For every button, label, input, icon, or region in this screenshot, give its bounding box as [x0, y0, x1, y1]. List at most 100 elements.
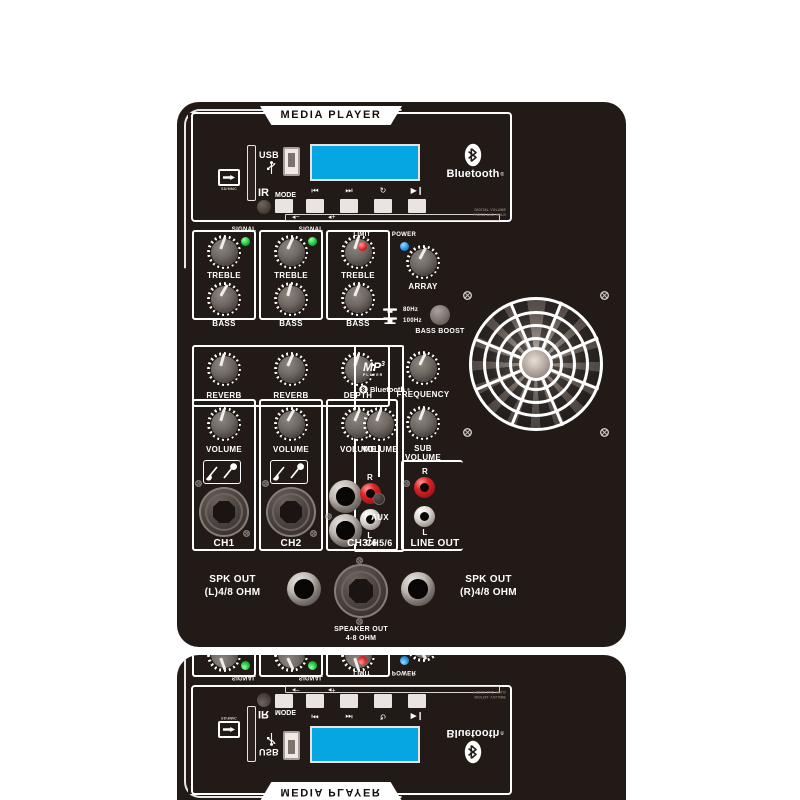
aux-jack[interactable] — [373, 493, 385, 505]
bluetooth-logo-header: Bluetooth ® — [441, 727, 505, 764]
aux-label: AUX — [371, 513, 389, 522]
bass-knob-ch2[interactable] — [274, 282, 308, 316]
fan-screw-top-left — [463, 291, 472, 300]
lineout-rca-left[interactable] — [414, 506, 435, 527]
treble-label-ch2: TREBLE — [274, 271, 308, 280]
reverb-knob-ch1[interactable] — [207, 352, 241, 386]
treble-knob-ch2[interactable] — [274, 655, 308, 672]
mode-button[interactable] — [275, 199, 293, 213]
bass-boost-button[interactable] — [430, 305, 450, 325]
volume-label-ch56: VOLUME — [361, 445, 399, 454]
treble-knob-ch3[interactable] — [341, 235, 375, 269]
next-track-icon: ⏭ — [345, 186, 353, 195]
volume-label-ch1: VOLUME — [205, 445, 243, 454]
play-pause-button[interactable] — [408, 199, 426, 213]
lineout-r-label: R — [421, 467, 429, 476]
ir-receiver — [257, 693, 271, 707]
mp3-logo-main: MP — [363, 360, 381, 374]
mode-label: MODE — [275, 708, 296, 715]
repeat-button[interactable] — [374, 694, 392, 708]
volume-up-label: ◂+ — [328, 686, 336, 693]
next-track-button[interactable] — [340, 694, 358, 708]
speakon-output-jack[interactable] — [334, 564, 388, 618]
usb-port[interactable] — [283, 147, 300, 176]
sd-card-slot[interactable] — [247, 145, 256, 201]
sd-card-icon — [218, 721, 240, 738]
prev-track-button[interactable] — [306, 199, 324, 213]
ch1-combo-jack[interactable] — [199, 487, 249, 537]
volume-knob-ch56[interactable] — [363, 407, 397, 441]
array-knob[interactable] — [406, 655, 440, 662]
next-track-button[interactable] — [340, 199, 358, 213]
prev-track-icon: ⏮ — [311, 186, 319, 195]
speakon-line1: SPEAKER OUT — [334, 626, 388, 633]
treble-knob-ch2[interactable] — [274, 235, 308, 269]
mode-button[interactable] — [275, 694, 293, 708]
volume-knob-ch2[interactable] — [274, 407, 308, 441]
spk-out-left-jack[interactable] — [287, 572, 321, 606]
ch56-aux-line — [378, 445, 380, 477]
volume-knob-ch1[interactable] — [207, 407, 241, 441]
spk-out-right-jack[interactable] — [401, 572, 435, 606]
array-knob[interactable] — [406, 245, 440, 279]
bluetooth-badge-mark: ® — [407, 387, 410, 392]
frequency-knob[interactable] — [406, 351, 440, 385]
spk-left-line2: (L)4/8 OHM — [204, 587, 261, 598]
treble-label-ch1: TREBLE — [207, 271, 241, 280]
volume-rocker-track[interactable] — [285, 686, 500, 693]
usb-port[interactable] — [283, 731, 300, 760]
bass-knob-ch1[interactable] — [207, 282, 241, 316]
amplifier-panel-reflection: MEDIA PLAYER SD/MMC USB Bluetooth ® IR M… — [177, 655, 626, 800]
limit-led — [358, 242, 367, 251]
volume-up-label: ◂+ — [328, 214, 336, 221]
media-player-banner: MEDIA PLAYER — [260, 782, 402, 800]
repeat-button[interactable] — [374, 199, 392, 213]
bluetooth-logo-header: Bluetooth ® — [441, 143, 505, 180]
lineout-screw — [403, 480, 410, 487]
lcd-display — [310, 726, 420, 763]
spk-left-line1: SPK OUT — [209, 574, 256, 585]
signal-label-ch2: SIGNAL — [298, 227, 324, 233]
prev-track-icon: ⏮ — [311, 712, 319, 721]
ch34-trs-jack-top[interactable] — [329, 480, 362, 513]
usb-label: USB — [259, 747, 279, 757]
digital-volume-note-line1: DIGITAL VOLUME — [474, 695, 507, 699]
next-track-icon: ⏭ — [345, 712, 353, 721]
fan-screw-top-right — [600, 291, 609, 300]
bass-knob-ch3[interactable] — [341, 282, 375, 316]
bluetooth-icon — [464, 143, 482, 167]
lineout-label: LINE OUT — [410, 538, 460, 549]
volume-rocker-track[interactable] — [285, 214, 500, 221]
treble-knob-ch1[interactable] — [207, 235, 241, 269]
signal-led-ch1 — [241, 237, 250, 246]
prev-track-button[interactable] — [306, 694, 324, 708]
signal-label-ch2: SIGNAL — [298, 674, 324, 680]
sub-volume-knob[interactable] — [406, 406, 440, 440]
lineout-rca-right[interactable] — [414, 477, 435, 498]
reverb-knob-ch2[interactable] — [274, 352, 308, 386]
digital-volume-note: DIGITAL VOLUME PRESS AND HOLD — [473, 689, 506, 699]
media-player-title: MEDIA PLAYER — [280, 109, 382, 121]
speakon-line2: 4-8 OHM — [345, 635, 377, 642]
ir-label: IR — [258, 708, 269, 720]
ch1-jack-screw-br — [243, 530, 250, 537]
usb-trident-icon — [266, 733, 277, 746]
treble-knob-ch1[interactable] — [207, 655, 241, 672]
power-label: POWER — [391, 232, 417, 238]
treble-label-ch3: TREBLE — [341, 271, 375, 280]
bass-label-ch1: BASS — [212, 319, 236, 328]
usb-label: USB — [259, 150, 279, 160]
play-pause-button[interactable] — [408, 694, 426, 708]
ch2-combo-jack[interactable] — [266, 487, 316, 537]
signal-led-ch2 — [308, 237, 317, 246]
bluetooth-wordmark: Bluetooth — [446, 727, 500, 739]
bluetooth-logo-badge: Bluetooth ® — [359, 385, 410, 394]
ch34-rca-r-label: R — [366, 473, 374, 482]
ch2-input-icon-box — [270, 460, 308, 484]
lineout-l-label: L — [422, 528, 428, 537]
digital-volume-note: DIGITAL VOLUME PRESS AND HOLD — [473, 208, 506, 218]
sd-card-slot[interactable] — [247, 706, 256, 762]
bass-label-ch2: BASS — [279, 319, 303, 328]
mp3-logo-sup: 3 — [381, 361, 385, 368]
ch2-jack-screw-br — [310, 530, 317, 537]
